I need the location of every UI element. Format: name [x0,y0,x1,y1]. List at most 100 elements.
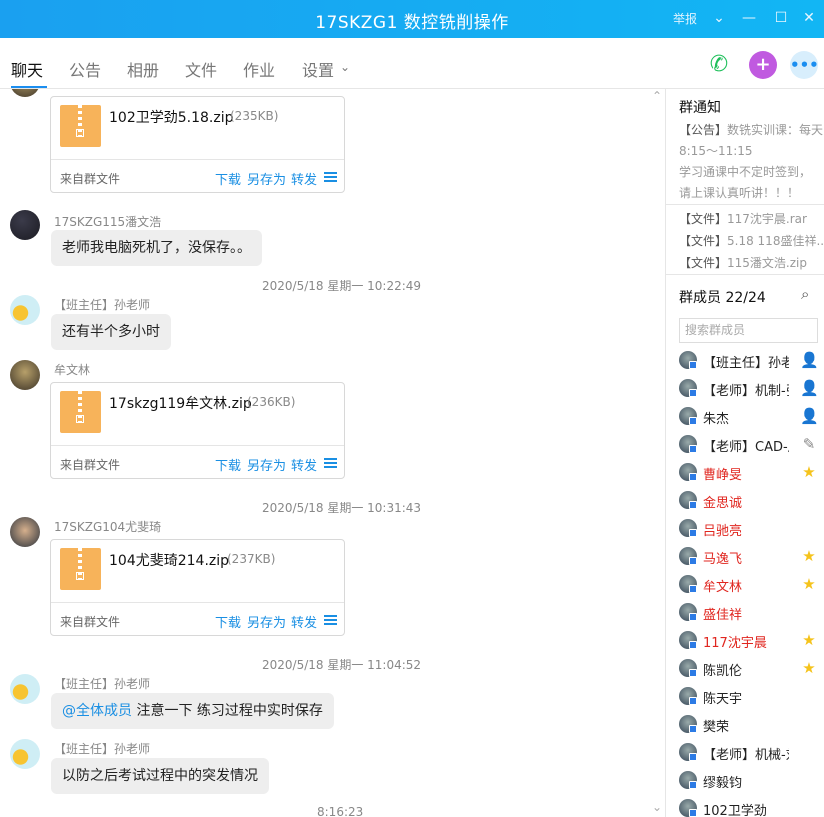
member-item[interactable]: 【老师】CAD-周 ✎ [666,431,824,459]
settings-chevron-icon[interactable]: ⌄ [340,60,350,74]
notice-item[interactable]: 【公告】数铣实训课：每天 [679,121,823,138]
maximize-icon[interactable]: ☐ [771,8,791,28]
search-icon[interactable]: ⌕ [801,285,809,303]
member-item[interactable]: 【老师】机械-刘老师 [666,739,824,767]
member-name: 117沈宇晨 [703,636,767,651]
file-name: 102卫学劲5.18.zip [109,110,234,126]
member-avatar [679,715,697,733]
chat-area[interactable]: ⌃ 102卫学劲5.18.zip (235KB) 来自群文件 下载 另存为 转发… [0,89,665,817]
device-icon [689,389,697,397]
member-item[interactable]: 金思诚 [666,487,824,515]
tab-album[interactable]: 相册 [127,57,159,81]
star-icon: ★ [802,631,816,649]
avatar[interactable] [10,210,40,240]
member-item[interactable]: 盛佳祥 [666,599,824,627]
tab-announcement[interactable]: 公告 [69,57,101,81]
device-icon [689,697,697,705]
file-card[interactable]: 102卫学劲5.18.zip (235KB) 来自群文件 下载 另存为 转发 [50,96,345,193]
member-item[interactable]: 117沈宇晨 ★ [666,627,824,655]
member-name: 金思诚 [703,496,743,511]
member-avatar [679,351,697,369]
avatar[interactable] [10,89,40,97]
member-avatar [679,659,697,677]
side-panel: 群通知 【公告】数铣实训课：每天 8:15～11:15 学习通课中不定时签到， … [665,89,824,817]
notice-file-item[interactable]: 【文件】117沈宇晨.rar [679,210,807,227]
file-menu-icon[interactable] [324,172,337,182]
device-icon [689,725,697,733]
member-search-input[interactable]: 搜索群成员 [679,318,818,343]
download-link[interactable]: 下载 [215,612,241,631]
window-title: 17SKZG1 数控铣削操作 [315,13,509,33]
tab-chat[interactable]: 聊天 [11,57,43,81]
member-item[interactable]: 吕驰亮 [666,515,824,543]
member-name: 【班主任】孙老师 [703,356,789,371]
member-item[interactable]: 牟文林 ★ [666,571,824,599]
member-avatar [679,435,697,453]
file-menu-icon[interactable] [324,458,337,468]
timestamp: 8:16:23 [317,805,364,817]
file-menu-icon[interactable] [324,615,337,625]
avatar[interactable] [10,360,40,390]
minimize-icon[interactable]: — [739,8,759,28]
save-as-link[interactable]: 另存为 [247,612,286,631]
report-link[interactable]: 举报 [673,10,697,27]
member-item[interactable]: 马逸飞 ★ [666,543,824,571]
device-icon [689,557,697,565]
device-icon [689,417,697,425]
file-name: 104尤斐琦214.zip [109,553,230,569]
file-source: 来自群文件 [60,458,121,472]
close-icon[interactable]: ✕ [799,8,819,28]
message-bubble: 老师我电脑死机了，没保存。。 [51,230,262,266]
phone-icon[interactable]: ✆ [705,51,733,79]
member-item[interactable]: 陈天宇 [666,683,824,711]
member-item[interactable]: 102卫学劲 [666,795,824,817]
download-link[interactable]: 下载 [215,169,241,188]
member-name: 樊荣 [703,720,730,735]
member-item[interactable]: 陈凯伦 ★ [666,655,824,683]
tab-settings[interactable]: 设置 [302,57,334,81]
device-icon [689,585,697,593]
file-card[interactable]: 17skzg119牟文林.zip (236KB) 来自群文件 下载 另存为 转发 [50,382,345,479]
add-app-icon[interactable]: + [749,51,777,79]
chevron-down-icon[interactable]: ⌄ [709,8,729,28]
tab-files[interactable]: 文件 [185,57,217,81]
member-name: 朱杰 [703,412,730,427]
mention-all[interactable]: @全体成员 [62,703,132,719]
device-icon [689,669,697,677]
forward-link[interactable]: 转发 [291,455,317,474]
scroll-down-icon[interactable]: ⌄ [652,800,662,814]
member-item[interactable]: 缪毅钧 [666,767,824,795]
file-card[interactable]: 104尤斐琦214.zip (237KB) 来自群文件 下载 另存为 转发 [50,539,345,636]
avatar[interactable] [10,674,40,704]
avatar[interactable] [10,295,40,325]
tab-homework[interactable]: 作业 [243,57,275,81]
device-icon [689,641,697,649]
more-icon[interactable]: ••• [790,51,819,79]
forward-link[interactable]: 转发 [291,612,317,631]
member-name: 牟文林 [703,580,743,595]
member-item[interactable]: 【班主任】孙老师 👤 [666,347,824,375]
member-avatar [679,379,697,397]
member-item[interactable]: 【老师】机制-张 👤 [666,375,824,403]
star-icon: ★ [802,463,816,481]
person-icon: 👤 [800,407,819,425]
notice-file-item[interactable]: 【文件】115潘文浩.zip [679,254,807,271]
scroll-up-icon[interactable]: ⌃ [652,89,662,103]
notice-item: 请上课认真听讲！！！ [679,186,800,200]
download-link[interactable]: 下载 [215,455,241,474]
person-icon: 👤 [800,379,819,397]
save-as-link[interactable]: 另存为 [247,169,286,188]
member-item[interactable]: 樊荣 [666,711,824,739]
notice-item: 学习通课中不定时签到， [679,165,812,179]
save-as-link[interactable]: 另存为 [247,455,286,474]
member-avatar [679,547,697,565]
avatar[interactable] [10,517,40,547]
member-item[interactable]: 朱杰 👤 [666,403,824,431]
avatar[interactable] [10,739,40,769]
notice-title: 群通知 [679,100,721,116]
star-icon: ★ [802,575,816,593]
active-tab-indicator [11,86,47,88]
member-item[interactable]: 曹峥旻 ★ [666,459,824,487]
forward-link[interactable]: 转发 [291,169,317,188]
notice-file-item[interactable]: 【文件】5.18 118盛佳祥... [679,232,824,249]
